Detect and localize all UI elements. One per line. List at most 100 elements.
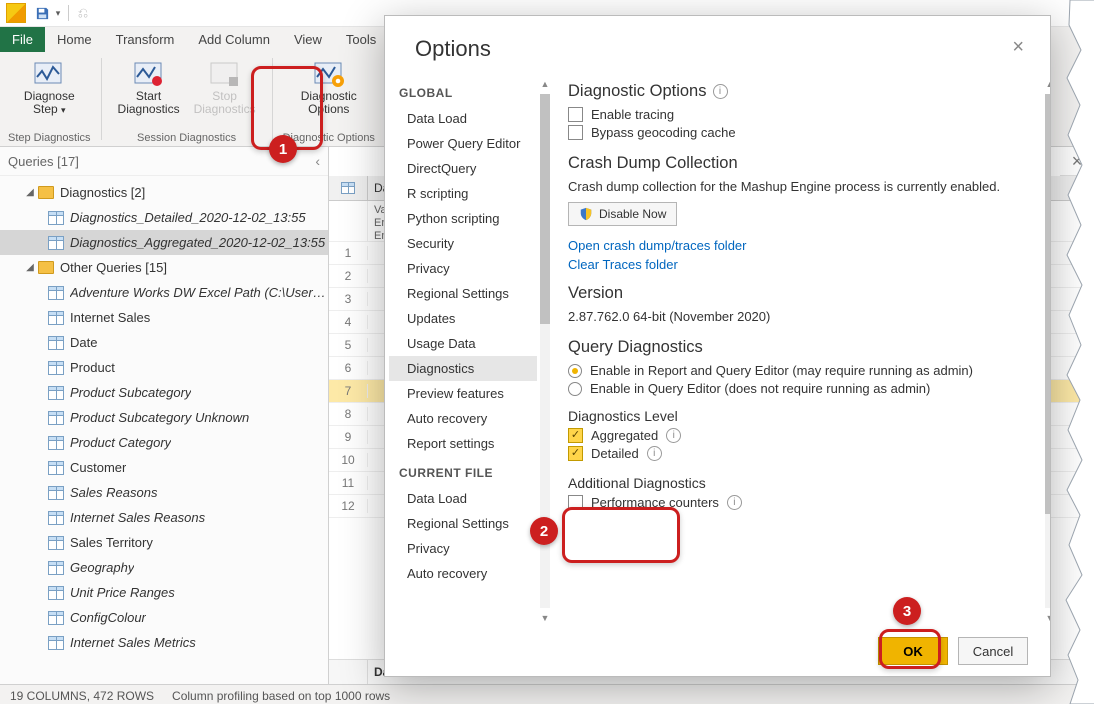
nav-item[interactable]: Diagnostics	[389, 356, 553, 381]
separator	[272, 58, 273, 140]
nav-item[interactable]: Data Load	[389, 486, 553, 511]
performance-counters-checkbox[interactable]: Performance counters i	[568, 495, 1038, 510]
section-diagnostic-options: Diagnostic Optionsi	[568, 82, 1038, 101]
info-icon[interactable]: i	[713, 84, 728, 99]
tree-item[interactable]: Geography	[0, 555, 328, 580]
nav-item[interactable]: Preview features	[389, 381, 553, 406]
ok-button[interactable]: OK	[878, 637, 948, 665]
close-formula-bar-icon[interactable]: ×	[1060, 147, 1094, 176]
nav-item[interactable]: Data Load	[389, 106, 553, 131]
nav-item[interactable]: Python scripting	[389, 206, 553, 231]
nav-item[interactable]: Regional Settings	[389, 281, 553, 306]
table-icon	[48, 536, 64, 550]
scroll-down-icon[interactable]: ▼	[537, 610, 553, 626]
info-icon[interactable]: i	[666, 428, 681, 443]
content-scrollbar[interactable]: ▲ ▼	[1042, 76, 1050, 626]
detailed-checkbox[interactable]: Detailed i	[568, 446, 1038, 461]
expand-icon[interactable]: ◢	[24, 262, 36, 274]
nav-item[interactable]: Regional Settings	[389, 511, 553, 536]
tab-transform[interactable]: Transform	[104, 27, 187, 52]
tree-item[interactable]: Product	[0, 355, 328, 380]
row-number: 10	[329, 453, 368, 467]
nav-group-heading: CURRENT FILE	[389, 456, 553, 486]
scroll-up-icon[interactable]: ▲	[537, 76, 553, 92]
tree-item[interactable]: Internet Sales Reasons	[0, 505, 328, 530]
nav-item[interactable]: DirectQuery	[389, 156, 553, 181]
queries-header: Queries [17] ‹	[0, 147, 328, 176]
tree-item[interactable]: Product Subcategory	[0, 380, 328, 405]
enable-report-editor-radio[interactable]: Enable in Report and Query Editor (may r…	[568, 363, 1038, 378]
scroll-up-icon[interactable]: ▲	[1042, 76, 1050, 92]
stop-diagnostics-button[interactable]: Stop Diagnostics	[188, 54, 262, 118]
open-crash-folder-link[interactable]: Open crash dump/traces folder	[568, 238, 1038, 253]
tree-folder[interactable]: ◢Other Queries [15]	[0, 255, 328, 280]
tree-item[interactable]: Date	[0, 330, 328, 355]
tree-item[interactable]: ConfigColour	[0, 605, 328, 630]
tab-file[interactable]: File	[0, 27, 45, 52]
tab-add-column[interactable]: Add Column	[186, 27, 282, 52]
tree-folder[interactable]: ◢Diagnostics [2]	[0, 180, 328, 205]
tab-home[interactable]: Home	[45, 27, 104, 52]
collapse-pane-icon[interactable]: ‹	[315, 153, 320, 169]
bypass-geocoding-checkbox[interactable]: Bypass geocoding cache	[568, 125, 1038, 140]
close-icon[interactable]: ×	[1012, 36, 1024, 59]
tree-item[interactable]: Sales Reasons	[0, 480, 328, 505]
nav-item[interactable]: Security	[389, 231, 553, 256]
tab-tools[interactable]: Tools	[334, 27, 388, 52]
nav-item[interactable]: Privacy	[389, 256, 553, 281]
undo-icon[interactable]: ⎌	[73, 3, 93, 23]
row-number: 3	[329, 292, 368, 306]
expand-icon[interactable]: ◢	[24, 187, 36, 199]
tree-item[interactable]: Product Subcategory Unknown	[0, 405, 328, 430]
item-label: Product Category	[70, 435, 171, 450]
options-dialog: Options × GLOBALData LoadPower Query Edi…	[384, 15, 1051, 677]
tab-view[interactable]: View	[282, 27, 334, 52]
scroll-down-icon[interactable]: ▼	[1042, 610, 1050, 626]
tree-item[interactable]: Product Category	[0, 430, 328, 455]
nav-item[interactable]: Updates	[389, 306, 553, 331]
item-label: Diagnostics_Aggregated_2020-12-02_13:55	[70, 235, 325, 250]
tree-item[interactable]: Internet Sales	[0, 305, 328, 330]
tree-item[interactable]: Customer	[0, 455, 328, 480]
tree-item[interactable]: Adventure Works DW Excel Path (C:\Users\…	[0, 280, 328, 305]
tree-item[interactable]: Diagnostics_Detailed_2020-12-02_13:55	[0, 205, 328, 230]
nav-item[interactable]: Power Query Editor	[389, 131, 553, 156]
cancel-button[interactable]: Cancel	[958, 637, 1028, 665]
enable-tracing-checkbox[interactable]: Enable tracing	[568, 107, 1038, 122]
table-icon	[48, 411, 64, 425]
diagnostic-options-button[interactable]: Diagnostic Options	[295, 54, 363, 118]
checkbox-label: Performance counters	[591, 495, 719, 510]
qat-dropdown-icon[interactable]: ▾	[52, 3, 64, 23]
enable-query-editor-radio[interactable]: Enable in Query Editor (does not require…	[568, 381, 1038, 396]
item-label: Product Subcategory	[70, 385, 191, 400]
nav-item[interactable]: Report settings	[389, 431, 553, 456]
disable-now-button[interactable]: Disable Now	[568, 202, 677, 226]
radio-label: Enable in Query Editor (does not require…	[590, 381, 930, 396]
aggregated-checkbox[interactable]: Aggregated i	[568, 428, 1038, 443]
nav-scrollbar[interactable]: ▲ ▼	[537, 76, 553, 626]
row-gutter-icon[interactable]	[329, 176, 368, 200]
start-diagnostics-button[interactable]: Start Diagnostics	[112, 54, 186, 118]
info-icon[interactable]: i	[727, 495, 742, 510]
item-label: Internet Sales Metrics	[70, 635, 196, 650]
checkbox-label: Aggregated	[591, 428, 658, 443]
group-title: Session Diagnostics	[137, 130, 236, 146]
tree-item[interactable]: Unit Price Ranges	[0, 580, 328, 605]
nav-item[interactable]: R scripting	[389, 181, 553, 206]
tree-item[interactable]: Internet Sales Metrics	[0, 630, 328, 655]
row-number: 5	[329, 338, 368, 352]
diagnose-step-button[interactable]: Diagnose Step ▾	[18, 54, 81, 119]
shield-icon	[579, 207, 593, 221]
nav-item[interactable]: Usage Data	[389, 331, 553, 356]
nav-item[interactable]: Privacy	[389, 536, 553, 561]
save-icon[interactable]	[32, 3, 52, 23]
item-label: Sales Reasons	[70, 485, 157, 500]
status-bar: 19 COLUMNS, 472 ROWS Column profiling ba…	[0, 684, 1094, 704]
clear-traces-link[interactable]: Clear Traces folder	[568, 257, 1038, 272]
tree-item[interactable]: Diagnostics_Aggregated_2020-12-02_13:55	[0, 230, 328, 255]
nav-item[interactable]: Auto recovery	[389, 406, 553, 431]
tree-item[interactable]: Sales Territory	[0, 530, 328, 555]
info-icon[interactable]: i	[647, 446, 662, 461]
nav-item[interactable]: Auto recovery	[389, 561, 553, 586]
powerbi-app-icon	[6, 3, 26, 23]
